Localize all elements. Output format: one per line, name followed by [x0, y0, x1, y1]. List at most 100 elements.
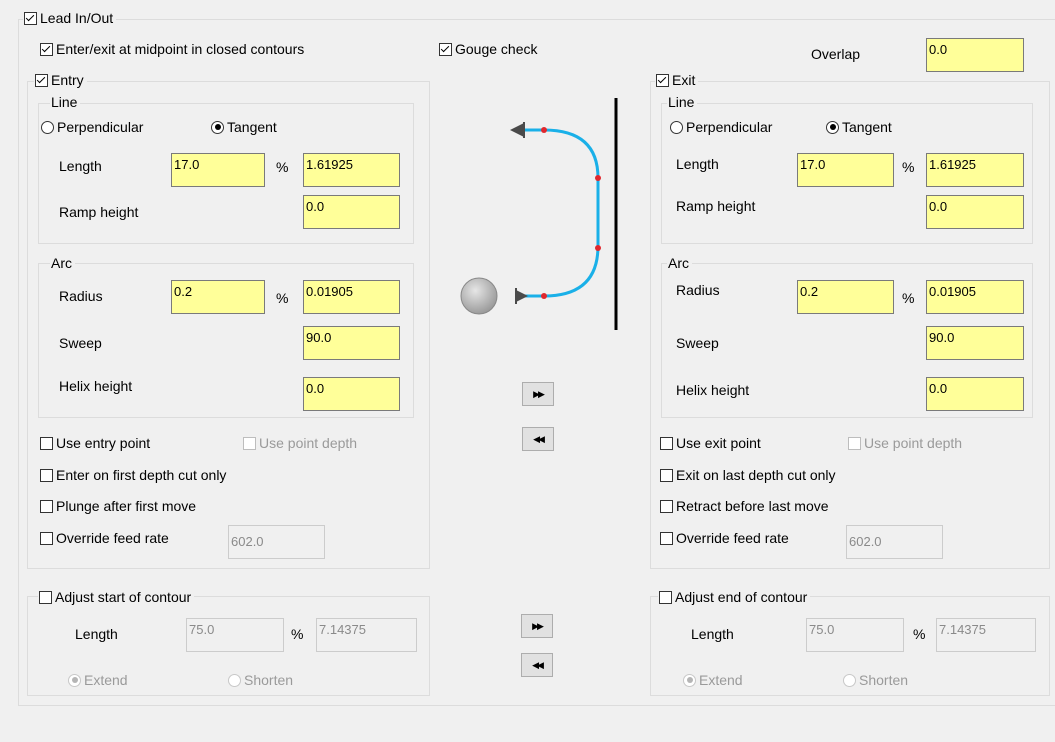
exit-override-feed-checkbox[interactable]: Override feed rate [660, 530, 789, 546]
adjust-start-extend-radio[interactable]: Extend [68, 672, 128, 688]
entry-override-feed-input[interactable]: 602.0 [228, 525, 325, 559]
exit-ramp-label: Ramp height [676, 198, 756, 214]
adjust-end-extend-radio[interactable]: Extend [683, 672, 743, 688]
entry-length-value-input[interactable]: 1.61925 [303, 153, 400, 187]
entry-label: Entry [51, 72, 84, 88]
exit-arrow-icon [510, 123, 524, 137]
exit-length-label: Length [676, 156, 719, 172]
lead-in-out-checkbox-icon[interactable] [24, 11, 37, 25]
exit-sweep-input[interactable]: 90.0 [926, 326, 1024, 360]
entry-checkbox-icon[interactable] [35, 73, 48, 87]
plunge-checkbox-icon[interactable] [40, 499, 53, 513]
lead-in-out-legend[interactable]: Lead In/Out [23, 10, 117, 26]
arrow-left-double-icon: ◀◀ [533, 433, 545, 444]
entry-override-feed-checkbox-icon[interactable] [40, 531, 53, 545]
exit-use-point-depth-label: Use point depth [864, 435, 963, 451]
adjust-end-shorten-radio-icon[interactable] [843, 673, 856, 687]
exit-use-point-depth-checkbox-icon[interactable] [848, 436, 861, 450]
entry-radius-pct-input[interactable]: 0.2 [171, 280, 265, 314]
gouge-check-checkbox-icon[interactable] [439, 42, 452, 56]
enter-first-depth-checkbox[interactable]: Enter on first depth cut only [40, 467, 226, 483]
exit-perpendicular-radio[interactable]: Perpendicular [670, 119, 772, 135]
exit-length-value-input[interactable]: 1.61925 [926, 153, 1024, 187]
entry-ramp-label: Ramp height [59, 204, 139, 220]
entry-perpendicular-radio-icon[interactable] [41, 120, 54, 134]
use-entry-point-label: Use entry point [56, 435, 151, 451]
use-entry-point-checkbox[interactable]: Use entry point [40, 435, 150, 451]
midpoint-checkbox[interactable]: Enter/exit at midpoint in closed contour… [40, 41, 304, 57]
entry-legend[interactable]: Entry [34, 72, 87, 88]
adjust-start-checkbox-icon[interactable] [39, 590, 52, 604]
arc-point-1 [541, 127, 547, 133]
entry-tangent-radio[interactable]: Tangent [211, 119, 277, 135]
plunge-after-first-move-checkbox[interactable]: Plunge after first move [40, 498, 196, 514]
use-exit-point-checkbox[interactable]: Use exit point [660, 435, 761, 451]
exit-length-pct-input[interactable]: 17.0 [797, 153, 894, 187]
entry-perpendicular-radio[interactable]: Perpendicular [41, 119, 143, 135]
adjust-start-length-pct-input[interactable]: 75.0 [186, 618, 284, 652]
copy-end-to-start-button[interactable]: ◀◀ [521, 653, 553, 677]
entry-override-feed-checkbox[interactable]: Override feed rate [40, 530, 169, 546]
entry-radius-value-input[interactable]: 0.01905 [303, 280, 400, 314]
exit-helix-input[interactable]: 0.0 [926, 377, 1024, 411]
exit-override-feed-input[interactable]: 602.0 [846, 525, 943, 559]
exit-last-depth-checkbox[interactable]: Exit on last depth cut only [660, 467, 836, 483]
entry-radius-label: Radius [59, 288, 103, 304]
exit-ramp-input[interactable]: 0.0 [926, 195, 1024, 229]
copy-entry-to-exit-button[interactable]: ▶▶ [522, 382, 554, 406]
exit-legend[interactable]: Exit [655, 72, 699, 88]
exit-line-legend: Line [667, 94, 698, 110]
arc-point-2 [595, 175, 601, 181]
exit-override-feed-label: Override feed rate [676, 530, 789, 546]
copy-exit-to-entry-button[interactable]: ◀◀ [522, 427, 554, 451]
exit-radius-pct-input[interactable]: 0.2 [797, 280, 894, 314]
exit-tangent-radio-icon[interactable] [826, 120, 839, 134]
adjust-end-legend[interactable]: Adjust end of contour [658, 589, 811, 605]
exit-perpendicular-radio-icon[interactable] [670, 120, 683, 134]
entry-use-point-depth-checkbox-icon[interactable] [243, 436, 256, 450]
entry-tangent-radio-icon[interactable] [211, 120, 224, 134]
adjust-end-length-label: Length [691, 626, 734, 642]
entry-sweep-input[interactable]: 90.0 [303, 326, 400, 360]
midpoint-checkbox-icon[interactable] [40, 42, 53, 56]
exit-radius-label: Radius [676, 282, 720, 298]
overlap-input[interactable]: 0.0 [926, 38, 1024, 72]
retract-checkbox-icon[interactable] [660, 499, 673, 513]
adjust-start-extend-radio-icon[interactable] [68, 673, 81, 687]
use-entry-point-checkbox-icon[interactable] [40, 436, 53, 450]
copy-start-to-end-button[interactable]: ▶▶ [521, 614, 553, 638]
adjust-start-shorten-radio-icon[interactable] [228, 673, 241, 687]
exit-last-depth-checkbox-icon[interactable] [660, 468, 673, 482]
exit-label: Exit [672, 72, 696, 88]
adjust-end-extend-radio-icon[interactable] [683, 673, 696, 687]
exit-checkbox-icon[interactable] [656, 73, 669, 87]
entry-sweep-label: Sweep [59, 335, 102, 351]
exit-tangent-radio[interactable]: Tangent [826, 119, 892, 135]
retract-before-last-move-checkbox[interactable]: Retract before last move [660, 498, 829, 514]
adjust-end-length-value-input[interactable]: 7.14375 [936, 618, 1036, 652]
exit-radius-value-input[interactable]: 0.01905 [926, 280, 1024, 314]
exit-tangent-label: Tangent [842, 119, 892, 135]
entry-use-point-depth-checkbox[interactable]: Use point depth [243, 435, 357, 451]
enter-first-depth-checkbox-icon[interactable] [40, 468, 53, 482]
exit-override-feed-checkbox-icon[interactable] [660, 531, 673, 545]
entry-length-label: Length [59, 158, 102, 174]
adjust-end-pct-symbol: % [913, 626, 926, 642]
adjust-end-shorten-radio[interactable]: Shorten [843, 672, 908, 688]
adjust-end-checkbox-icon[interactable] [659, 590, 672, 604]
adjust-end-length-pct-input[interactable]: 75.0 [806, 618, 904, 652]
adjust-start-legend[interactable]: Adjust start of contour [38, 589, 195, 605]
adjust-start-shorten-radio[interactable]: Shorten [228, 672, 293, 688]
use-exit-point-checkbox-icon[interactable] [660, 436, 673, 450]
adjust-start-extend-label: Extend [84, 672, 128, 688]
exit-perpendicular-label: Perpendicular [686, 119, 773, 135]
arc-point-3 [595, 245, 601, 251]
plunge-label: Plunge after first move [56, 498, 197, 514]
entry-length-pct-input[interactable]: 17.0 [171, 153, 265, 187]
adjust-start-length-value-input[interactable]: 7.14375 [316, 618, 417, 652]
entry-helix-input[interactable]: 0.0 [303, 377, 400, 411]
exit-use-point-depth-checkbox[interactable]: Use point depth [848, 435, 962, 451]
exit-radius-pct-symbol: % [902, 290, 915, 306]
gouge-check-checkbox[interactable]: Gouge check [439, 41, 538, 57]
entry-ramp-input[interactable]: 0.0 [303, 195, 400, 229]
